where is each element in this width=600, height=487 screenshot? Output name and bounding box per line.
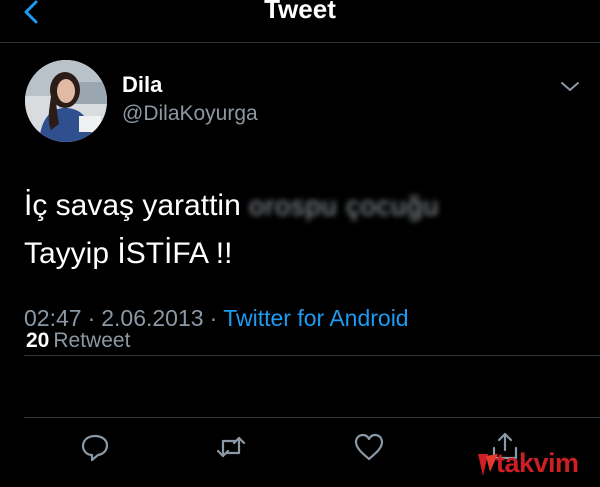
retweet-icon	[216, 436, 246, 458]
censored-text: orospu çocuğu	[249, 191, 440, 221]
tweet-source-link[interactable]: Twitter for Android	[223, 305, 408, 331]
tweet-text-visible: İç savaş yarattin	[24, 189, 241, 222]
reply-icon	[81, 434, 109, 462]
username-handle[interactable]: @DilaKoyurga	[122, 100, 258, 128]
tweet-date: 2.06.2013	[101, 305, 204, 331]
tweet-time: 02:47	[24, 305, 82, 331]
page-title: Tweet	[264, 0, 336, 24]
watermark: takvim	[474, 446, 592, 482]
avatar[interactable]	[25, 60, 107, 142]
meta-separator: ·	[87, 305, 96, 331]
reply-button[interactable]	[78, 430, 112, 464]
like-icon	[354, 433, 384, 461]
retweet-button[interactable]	[214, 430, 248, 464]
like-button[interactable]	[352, 430, 386, 464]
top-bar: Tweet	[0, 0, 600, 43]
divider	[24, 355, 600, 356]
tweet-body: İç savaş yarattin orospu çocuğu Tayyip İ…	[24, 182, 584, 277]
retweet-stats[interactable]: 20 Retweet	[26, 329, 130, 353]
meta-separator-2: ·	[209, 305, 218, 331]
author-block: Dila @DilaKoyurga	[122, 72, 258, 128]
tweet-line-2: Tayyip İSTİFA !!	[24, 237, 233, 270]
chevron-down-icon	[561, 82, 579, 91]
watermark-text: takvim	[496, 448, 579, 478]
divider	[24, 417, 600, 418]
retweet-count: 20	[26, 329, 50, 352]
more-options-button[interactable]	[556, 77, 584, 97]
tweet-meta: 02:47 · 2.06.2013 · Twitter for Android	[24, 305, 409, 332]
retweet-label: Retweet	[53, 329, 131, 352]
tweet-line-1: İç savaş yarattin orospu çocuğu	[24, 182, 584, 230]
profile-photo	[25, 60, 107, 142]
display-name[interactable]: Dila	[122, 72, 258, 98]
